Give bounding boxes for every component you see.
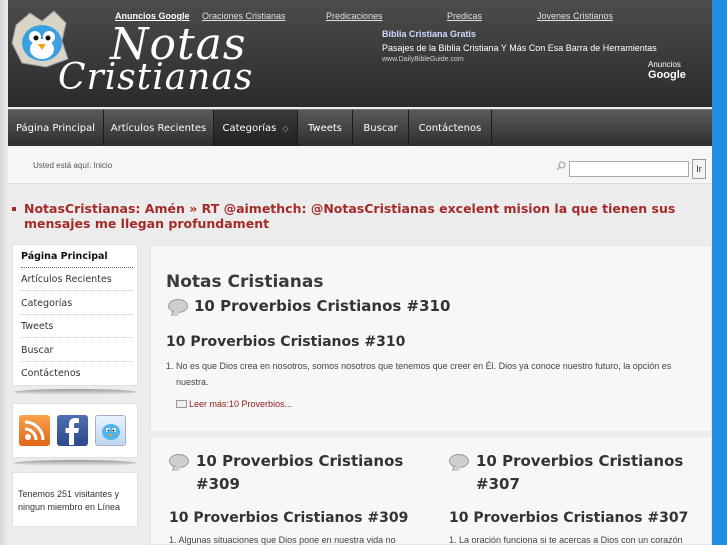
article-heading[interactable]: 10 Proverbios Cristianos #307 [476, 450, 716, 496]
read-more-label[interactable]: Leer más:10 Proverbios... [189, 399, 292, 409]
ad-link-predicas[interactable]: Predicas [447, 11, 482, 21]
featured-article-text: No es que Dios crea en nosotros, somos n… [176, 361, 672, 387]
nav-buscar[interactable]: Buscar [353, 110, 409, 147]
sidebar-item-pagina-principal[interactable]: Página Principal [21, 245, 133, 268]
page-title: Notas Cristianas [166, 272, 324, 292]
latest-tweet[interactable]: NotasCristianas: Amén » RT @aimethch: @N… [12, 201, 702, 231]
visitors-widget: Tenemos 251 visitantes y ningun miembro … [12, 472, 138, 527]
ad-url[interactable]: www.DailyBibleGuide.com [382, 56, 464, 63]
featured-article-title[interactable]: 10 Proverbios Cristianos #310 [166, 334, 405, 350]
tweet-text[interactable]: NotasCristianas: Amén » RT @aimethch: @N… [12, 201, 702, 231]
section-divider [151, 431, 711, 437]
ad-link-predicaciones[interactable]: Predicaciones [326, 11, 383, 21]
nav-contactenos[interactable]: Contáctenos [409, 110, 492, 147]
ad-box[interactable]: Biblia Cristiana Gratis Pasajes de la Bi… [380, 27, 712, 81]
nav-articulos-recientes[interactable]: Artículos Recientes [104, 110, 214, 147]
article-excerpt: 1. Algunas situaciones que Dios pone en … [169, 535, 396, 545]
facebook-icon[interactable] [57, 415, 88, 446]
sidebar-shadow [14, 389, 136, 395]
breadcrumb-bar: Usted está aquí: Inicio Ir [8, 146, 712, 184]
page-left-edge [0, 0, 8, 545]
main-content: Notas Cristianas 10 Proverbios Cristiano… [150, 245, 712, 545]
social-links [12, 403, 138, 458]
sidebar-item-categorias[interactable]: Categorías [21, 292, 133, 315]
ads-label-brand: Google [648, 69, 686, 81]
article-heading[interactable]: 10 Proverbios Cristianos #309 [196, 450, 436, 496]
list-number: 1. [166, 361, 174, 371]
featured-article-heading[interactable]: 10 Proverbios Cristianos #310 [194, 297, 450, 315]
sidebar-menu: Página Principal Artículos Recientes Cat… [12, 244, 138, 386]
social-shadow [14, 460, 136, 466]
nav-pagina-principal[interactable]: Página Principal [8, 110, 104, 147]
speech-bubble-icon [449, 454, 469, 468]
article-title[interactable]: 10 Proverbios Cristianos #309 [169, 510, 408, 526]
rss-icon[interactable] [19, 415, 50, 446]
ad-link-jovenes[interactable]: Jovenes Cristianos [537, 11, 613, 21]
site-logo[interactable]: Notas Cristianas [8, 5, 252, 100]
sidebar-item-tweets[interactable]: Tweets [21, 315, 133, 338]
article-excerpt: 1. La oración funciona si te acercas a D… [449, 535, 683, 545]
ads-by-google-label[interactable]: Anuncios Google [648, 60, 712, 81]
sidebar-item-buscar[interactable]: Buscar [21, 339, 133, 362]
ad-title[interactable]: Biblia Cristiana Gratis [382, 29, 476, 39]
search-button[interactable]: Ir [692, 159, 706, 179]
twitter-icon[interactable] [95, 415, 126, 446]
main-nav: Página Principal Artículos Recientes Cat… [8, 109, 712, 147]
site-header: Anuncios Google Oraciones Cristianas Pre… [8, 0, 712, 107]
sidebar-item-contactenos[interactable]: Contáctenos [21, 362, 133, 385]
nav-categorias-label: Categorías [222, 123, 277, 134]
logo-text-cristianas: Cristianas [58, 57, 254, 98]
nav-categorias[interactable]: Categorías ◇ [214, 110, 298, 147]
read-more-link[interactable]: Leer más:10 Proverbios... [176, 399, 292, 409]
tweet-bullet [12, 207, 16, 211]
ads-label-small: Anuncios [648, 60, 681, 69]
breadcrumb: Usted está aquí: Inicio [33, 161, 113, 170]
featured-article-body: 1. No es que Dios crea en nosotros, somo… [166, 358, 696, 390]
search-input[interactable] [569, 161, 689, 177]
speech-bubble-icon [168, 299, 188, 313]
sidebar-item-articulos-recientes[interactable]: Artículos Recientes [21, 268, 133, 291]
search-icon [556, 161, 566, 173]
ad-description: Pasajes de la Biblia Cristiana Y Más Con… [382, 43, 657, 53]
speech-bubble-icon [169, 454, 189, 468]
nav-tweets[interactable]: Tweets [298, 110, 353, 147]
document-icon [176, 400, 187, 408]
article-title[interactable]: 10 Proverbios Cristianos #307 [449, 510, 688, 526]
chevron-down-icon: ◇ [282, 124, 289, 133]
